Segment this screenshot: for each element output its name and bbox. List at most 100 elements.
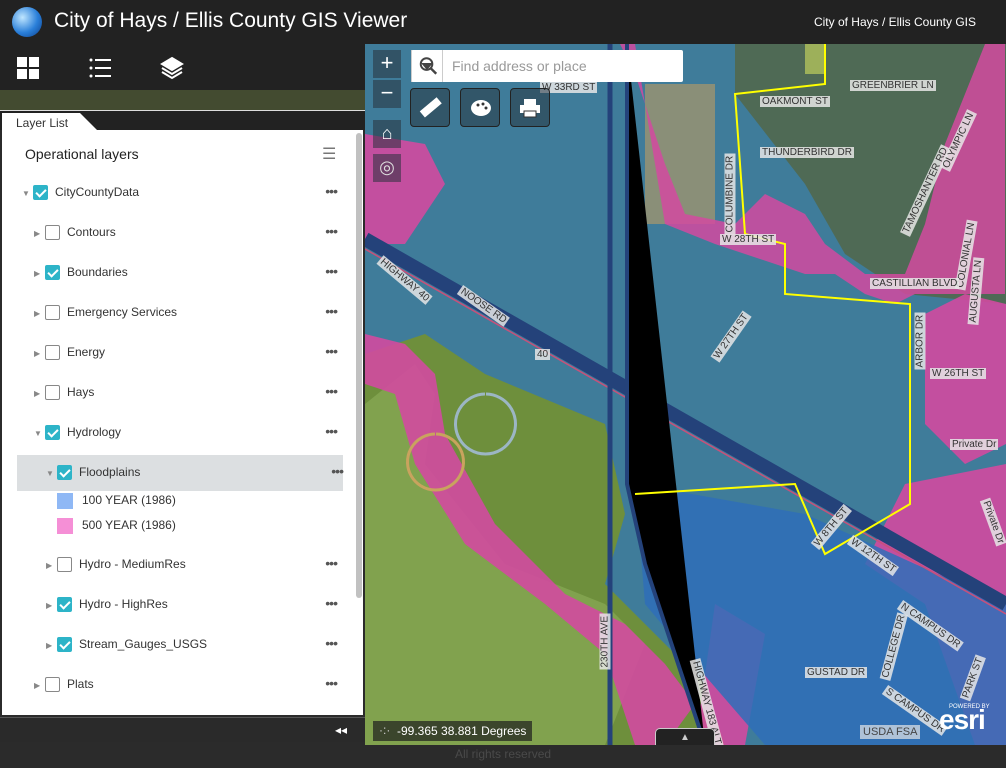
layer-label: Plats — [67, 677, 94, 691]
caret-right-icon[interactable]: ▶ — [34, 269, 40, 278]
legend-list-icon[interactable] — [88, 56, 112, 80]
layer-label: Energy — [67, 345, 106, 359]
layer-options-button[interactable]: ••• — [325, 383, 338, 399]
layer-label: Boundaries — [67, 265, 128, 279]
street-label: Private Dr — [950, 439, 999, 450]
filter-options-icon[interactable]: ☰ — [322, 144, 336, 164]
home-button[interactable]: ⌂ — [373, 120, 401, 148]
caret-down-icon[interactable]: ▼ — [22, 189, 30, 198]
layer-label: Floodplains — [79, 465, 141, 479]
collapse-panel-button[interactable]: ◂◂ — [335, 723, 347, 737]
search-input[interactable] — [444, 50, 649, 82]
layer-options-button[interactable]: ••• — [325, 635, 338, 651]
layer-row[interactable]: ▼ CityCountyData ••• — [2, 175, 352, 211]
map-view[interactable]: W 33RD ST OAKMONT ST GREENBRIER LN THUNDERB… — [365, 44, 1006, 745]
caret-right-icon[interactable]: ▶ — [46, 641, 52, 650]
layer-list-panel: Operational layers ☰ ▼ CityCountyData ••… — [2, 130, 363, 715]
legend-item: 500 YEAR (1986) — [57, 518, 176, 534]
layer-row[interactable]: ▼ Hydrology ••• — [2, 415, 352, 451]
widget-toolbar — [0, 44, 365, 90]
measure-icon — [419, 97, 442, 118]
caret-right-icon[interactable]: ▶ — [34, 681, 40, 690]
print-button[interactable] — [510, 88, 550, 127]
caret-down-icon[interactable]: ▼ — [34, 429, 42, 438]
layer-row[interactable]: ▶ Hays ••• — [2, 375, 352, 411]
caret-down-icon[interactable]: ▼ — [46, 469, 54, 478]
layer-row[interactable]: ▶ Stream_Gauges_USGS ••• — [2, 627, 352, 663]
search-widget — [411, 50, 683, 82]
attribution-text: USDA FSA — [860, 725, 921, 739]
layer-row[interactable]: ▶ Energy ••• — [2, 335, 352, 371]
layer-options-button[interactable]: ••• — [331, 463, 344, 479]
caret-right-icon[interactable]: ▶ — [34, 229, 40, 238]
layer-label: Hydro - HighRes — [79, 597, 168, 611]
layer-row[interactable]: ▼ Floodplains ••• — [17, 455, 344, 491]
layer-label: CityCountyData — [55, 185, 140, 199]
layer-options-button[interactable]: ••• — [325, 555, 338, 571]
layer-label: Hydrology — [67, 425, 122, 439]
layer-checkbox[interactable] — [57, 557, 72, 572]
grid-icon[interactable] — [16, 56, 40, 80]
layer-options-button[interactable]: ••• — [325, 263, 338, 279]
caret-right-icon[interactable]: ▶ — [34, 309, 40, 318]
caret-right-icon[interactable]: ▶ — [46, 561, 52, 570]
layer-options-button[interactable]: ••• — [325, 595, 338, 611]
tab-layer-list[interactable]: Layer List — [2, 113, 98, 131]
basemap-gallery-button[interactable] — [460, 88, 500, 127]
attribution-toggle[interactable]: ▲ — [655, 728, 715, 745]
layer-options-button[interactable]: ••• — [325, 303, 338, 319]
layer-row[interactable]: ▶ Contours ••• — [2, 215, 352, 251]
layer-checkbox[interactable] — [57, 465, 72, 480]
layer-options-button[interactable]: ••• — [325, 223, 338, 239]
layer-options-button[interactable]: ••• — [325, 675, 338, 691]
layer-label: Hydro - MediumRes — [79, 557, 186, 571]
layer-row[interactable]: ▶ Boundaries ••• — [2, 255, 352, 291]
layer-options-button[interactable]: ••• — [325, 423, 338, 439]
layer-row[interactable]: ▶ Hydro - HighRes ••• — [2, 587, 352, 623]
layers-icon[interactable] — [160, 56, 184, 80]
layer-options-button[interactable]: ••• — [325, 183, 338, 199]
layer-checkbox[interactable] — [45, 265, 60, 280]
layer-checkbox[interactable] — [45, 305, 60, 320]
app-subtitle: City of Hays / Ellis County GIS — [813, 15, 976, 29]
layer-row[interactable]: ▶ Hydro - MediumRes ••• — [2, 547, 352, 583]
caret-right-icon[interactable]: ▶ — [34, 389, 40, 398]
street-label: 40 — [535, 349, 551, 360]
globe-logo — [12, 7, 42, 37]
street-label: THUNDERBIRD DR — [760, 147, 854, 158]
esri-logo: esri — [939, 704, 986, 735]
coordinate-readout[interactable]: -99.365 38.881 Degrees — [373, 721, 533, 741]
legend-label: 100 YEAR (1986) — [82, 493, 176, 507]
street-label: OAKMONT ST — [760, 96, 830, 107]
layer-checkbox[interactable] — [57, 597, 72, 612]
search-icon[interactable] — [411, 50, 444, 82]
layer-checkbox[interactable] — [45, 225, 60, 240]
layer-checkbox[interactable] — [45, 677, 60, 692]
caret-right-icon[interactable]: ▶ — [34, 349, 40, 358]
zoom-in-button[interactable]: + — [373, 50, 401, 78]
layer-checkbox[interactable] — [45, 385, 60, 400]
layer-row[interactable]: ▶ Emergency Services ••• — [2, 295, 352, 331]
scrollbar[interactable] — [356, 133, 362, 598]
locate-button[interactable]: ◎ — [373, 154, 401, 182]
panel-bottom-bar: ◂◂ — [0, 717, 365, 742]
layer-options-button[interactable]: ••• — [325, 343, 338, 359]
street-label: COLUMBINE DR — [724, 153, 736, 235]
operational-layers-heading: Operational layers — [25, 146, 139, 162]
street-label: GREENBRIER LN — [850, 80, 936, 91]
layer-checkbox[interactable] — [57, 637, 72, 652]
street-label: CASTILLIAN BLVD — [870, 278, 960, 289]
layer-checkbox[interactable] — [45, 345, 60, 360]
layer-label: Hays — [67, 385, 95, 399]
layer-label: Contours — [67, 225, 116, 239]
print-icon — [520, 99, 540, 118]
legend-label: 500 YEAR (1986) — [82, 518, 176, 532]
zoom-out-button[interactable]: − — [373, 80, 401, 108]
caret-right-icon[interactable]: ▶ — [46, 601, 52, 610]
layer-checkbox[interactable] — [33, 185, 48, 200]
measure-button[interactable] — [410, 88, 450, 127]
basemap-palette-icon — [471, 100, 491, 116]
street-label: 230TH AVE — [599, 613, 611, 670]
layer-checkbox[interactable] — [45, 425, 60, 440]
layer-row[interactable]: ▶ Plats ••• — [2, 667, 352, 703]
